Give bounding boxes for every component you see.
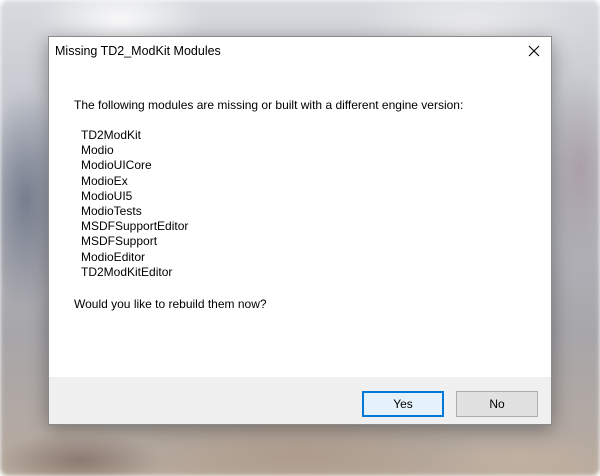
list-item: Modio — [81, 143, 114, 158]
dialog-content: The following modules are missing or bui… — [49, 67, 551, 377]
button-bar: Yes No — [49, 377, 551, 424]
rebuild-question: Would you like to rebuild them now? — [74, 297, 267, 311]
close-button[interactable] — [517, 37, 551, 65]
module-list: TD2ModKit Modio ModioUICore ModioEx Modi… — [81, 128, 188, 280]
title-bar[interactable]: Missing TD2_ModKit Modules — [49, 37, 551, 67]
list-item: ModioEditor — [81, 249, 146, 264]
list-item: ModioTests — [81, 204, 142, 219]
message-dialog: Missing TD2_ModKit Modules The following… — [48, 36, 552, 425]
close-icon — [528, 45, 540, 57]
dialog-title: Missing TD2_ModKit Modules — [55, 44, 221, 58]
dialog-message: The following modules are missing or bui… — [74, 98, 464, 112]
yes-button[interactable]: Yes — [362, 391, 444, 417]
list-item: TD2ModKit — [81, 128, 142, 142]
list-item: ModioEx — [81, 173, 128, 188]
list-item: MSDFSupportEditor — [81, 219, 189, 234]
list-item: MSDFSupport — [81, 234, 158, 249]
list-item: ModioUI5 — [81, 188, 133, 203]
list-item: ModioUICore — [81, 158, 152, 173]
list-item: TD2ModKitEditor — [81, 264, 173, 279]
no-button[interactable]: No — [456, 391, 538, 417]
